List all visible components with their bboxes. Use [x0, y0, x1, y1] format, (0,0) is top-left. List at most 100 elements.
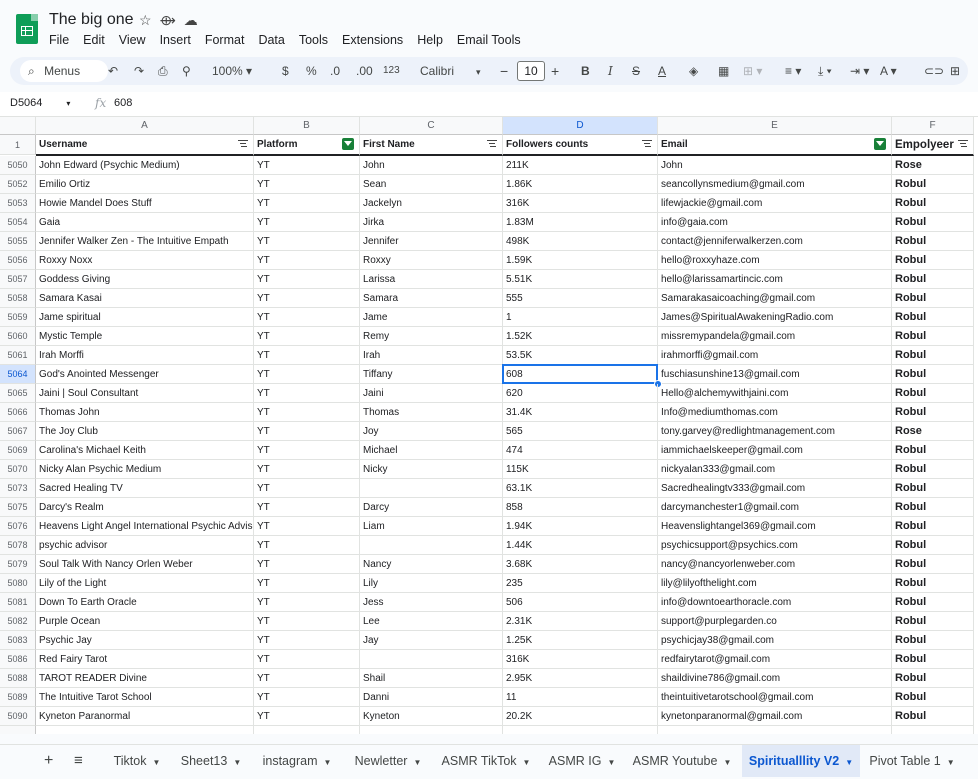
table-cell[interactable]: YT: [254, 365, 360, 384]
table-cell[interactable]: Samara: [360, 289, 503, 308]
percent-button[interactable]: %: [306, 57, 317, 85]
menu-insert[interactable]: Insert: [160, 33, 191, 47]
table-cell[interactable]: 1.25K: [503, 631, 658, 650]
table-cell[interactable]: Robul: [892, 669, 974, 688]
row-number[interactable]: 5070: [0, 460, 36, 479]
table-cell[interactable]: Info@mediumthomas.com: [658, 403, 892, 422]
table-cell[interactable]: Howie Mandel Does Stuff: [36, 194, 254, 213]
table-cell[interactable]: 1.59K: [503, 251, 658, 270]
table-cell[interactable]: YT: [254, 384, 360, 403]
row-number[interactable]: 5083: [0, 631, 36, 650]
table-cell[interactable]: hello@larissamartincic.com: [658, 270, 892, 289]
table-cell[interactable]: missremypandela@gmail.com: [658, 327, 892, 346]
table-cell[interactable]: YT: [254, 612, 360, 631]
table-cell[interactable]: Jaini | Soul Consultant: [36, 384, 254, 403]
table-cell[interactable]: YT: [254, 498, 360, 517]
table-cell[interactable]: Red Fairy Tarot: [36, 650, 254, 669]
move-icon[interactable]: ⟴: [160, 12, 184, 28]
header-cell[interactable]: Email: [658, 135, 892, 156]
header-cell[interactable]: Username: [36, 135, 254, 156]
row-number[interactable]: 5089: [0, 688, 36, 707]
chevron-down-icon[interactable]: ▼: [523, 758, 531, 767]
row-number[interactable]: 5082: [0, 612, 36, 631]
table-cell[interactable]: 555: [503, 289, 658, 308]
table-cell[interactable]: Liam: [360, 517, 503, 536]
table-cell[interactable]: YT: [254, 669, 360, 688]
table-cell[interactable]: Sacred Healing TV: [36, 479, 254, 498]
table-cell[interactable]: 1: [503, 308, 658, 327]
column-header-b[interactable]: B: [254, 117, 360, 135]
table-cell[interactable]: Darcy's Realm: [36, 498, 254, 517]
table-cell[interactable]: YT: [254, 422, 360, 441]
header-cell[interactable]: Empolyeer: [892, 135, 974, 156]
table-cell[interactable]: contact@jenniferwalkerzen.com: [658, 232, 892, 251]
table-cell[interactable]: Robul: [892, 631, 974, 650]
table-cell[interactable]: Samarakasaicoaching@gmail.com: [658, 289, 892, 308]
table-cell[interactable]: Robul: [892, 384, 974, 403]
table-cell[interactable]: Lily of the Light: [36, 574, 254, 593]
menu-tools[interactable]: Tools: [299, 33, 328, 47]
table-cell[interactable]: info@gaia.com: [658, 213, 892, 232]
table-cell[interactable]: YT: [254, 555, 360, 574]
row-number[interactable]: 5052: [0, 175, 36, 194]
table-cell[interactable]: Robul: [892, 441, 974, 460]
table-cell[interactable]: Danni: [360, 688, 503, 707]
column-header-d[interactable]: D: [503, 117, 658, 135]
table-cell[interactable]: YT: [254, 403, 360, 422]
table-cell[interactable]: Robul: [892, 213, 974, 232]
table-cell[interactable]: 565: [503, 422, 658, 441]
table-cell[interactable]: YT: [254, 574, 360, 593]
table-cell[interactable]: Jennifer Walker Zen - The Intuitive Empa…: [36, 232, 254, 251]
row-number[interactable]: 5050: [0, 156, 36, 175]
header-cell[interactable]: First Name: [360, 135, 503, 156]
table-cell[interactable]: Jirka: [360, 213, 503, 232]
table-cell[interactable]: Thomas John: [36, 403, 254, 422]
table-cell[interactable]: Robul: [892, 536, 974, 555]
font-size-decrease[interactable]: −: [500, 57, 508, 85]
font-size-input[interactable]: 10: [517, 61, 545, 81]
table-cell[interactable]: Robul: [892, 479, 974, 498]
table-cell[interactable]: Robul: [892, 574, 974, 593]
sheet-tab[interactable]: Pivot Table 1 ▼: [862, 745, 962, 777]
sheet-tab[interactable]: Tiktok ▼: [104, 745, 170, 777]
paint-format-icon[interactable]: ⚲: [182, 57, 191, 85]
table-cell[interactable]: Rose: [892, 156, 974, 175]
table-cell[interactable]: YT: [254, 289, 360, 308]
link-icon[interactable]: ⊂⊃: [924, 57, 944, 85]
chevron-down-icon[interactable]: ▼: [947, 758, 955, 767]
chevron-down-icon[interactable]: ▼: [233, 758, 241, 767]
table-cell[interactable]: Nicky Alan Psychic Medium: [36, 460, 254, 479]
table-cell[interactable]: Jennifer: [360, 232, 503, 251]
merge-cells-icon[interactable]: ⊞ ▾: [743, 57, 762, 85]
star-icon[interactable]: ☆: [139, 12, 160, 28]
menu-help[interactable]: Help: [417, 33, 443, 47]
formula-input[interactable]: 608: [114, 97, 132, 109]
row-number[interactable]: 5088: [0, 669, 36, 688]
table-cell[interactable]: Psychic Jay: [36, 631, 254, 650]
table-cell[interactable]: Robul: [892, 460, 974, 479]
row-number[interactable]: 5075: [0, 498, 36, 517]
menu-view[interactable]: View: [119, 33, 146, 47]
table-cell[interactable]: [360, 536, 503, 555]
column-header-f[interactable]: F: [892, 117, 974, 135]
table-cell[interactable]: Robul: [892, 612, 974, 631]
table-cell[interactable]: psychicjay38@gmail.com: [658, 631, 892, 650]
menu-edit[interactable]: Edit: [83, 33, 105, 47]
table-cell[interactable]: YT: [254, 270, 360, 289]
strikethrough-icon[interactable]: S: [632, 57, 640, 85]
table-cell[interactable]: Robul: [892, 365, 974, 384]
table-cell[interactable]: Soul Talk With Nancy Orlen Weber: [36, 555, 254, 574]
table-cell[interactable]: YT: [254, 688, 360, 707]
filter-icon[interactable]: [342, 138, 354, 150]
table-cell[interactable]: Irah: [360, 346, 503, 365]
table-cell[interactable]: YT: [254, 308, 360, 327]
table-cell[interactable]: Robul: [892, 555, 974, 574]
row-number[interactable]: 5073: [0, 479, 36, 498]
table-cell[interactable]: Heavenslightangel369@gmail.com: [658, 517, 892, 536]
table-cell[interactable]: shaildivine786@gmail.com: [658, 669, 892, 688]
chevron-down-icon[interactable]: ▼: [152, 758, 160, 767]
comment-icon[interactable]: ⊞: [950, 57, 960, 85]
table-cell[interactable]: Robul: [892, 707, 974, 726]
table-cell[interactable]: Robul: [892, 232, 974, 251]
table-cell[interactable]: Lily: [360, 574, 503, 593]
